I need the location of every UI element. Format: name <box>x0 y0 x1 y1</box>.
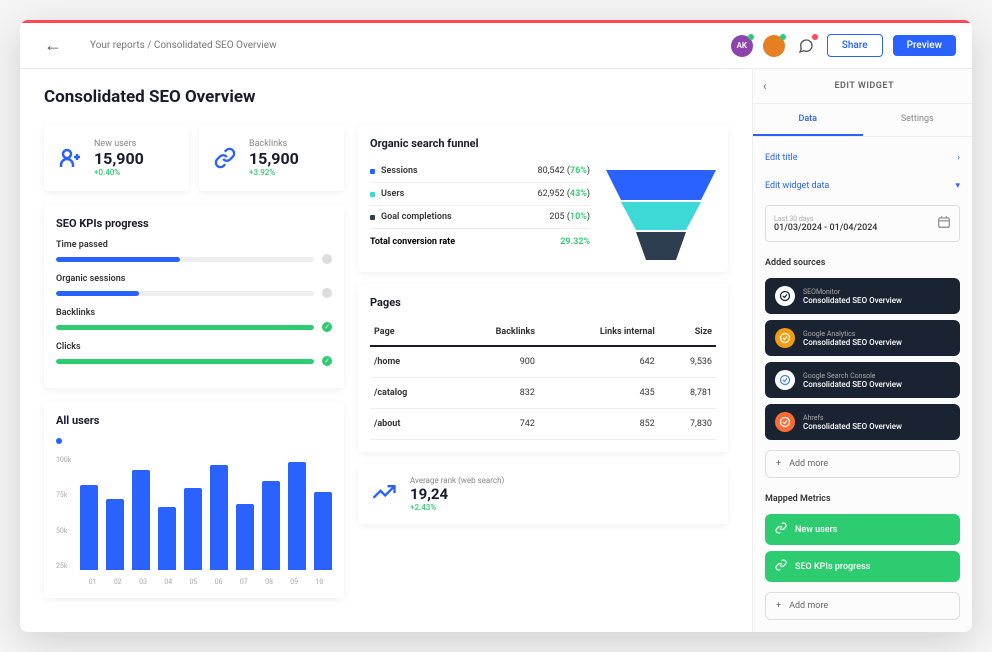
kpi-status-icon <box>322 288 332 298</box>
avatar-user-2[interactable] <box>763 35 785 57</box>
table-row[interactable]: /home9006429,536 <box>370 346 716 378</box>
table-header: Size <box>659 319 716 346</box>
sidebar: ‹ EDIT WIDGET Data Settings Edit title ›… <box>752 69 972 632</box>
chart-bar <box>80 485 98 571</box>
added-sources-label: Added sources <box>765 258 960 268</box>
metric-card[interactable]: SEO KPIs progress <box>765 551 960 582</box>
kpi-status-icon <box>322 254 332 264</box>
pages-card: Pages PageBacklinksLinks internalSize /h… <box>358 284 728 452</box>
plus-icon: + <box>776 459 781 469</box>
source-card[interactable]: Google Search ConsoleConsolidated SEO Ov… <box>765 362 960 398</box>
source-icon <box>775 412 795 432</box>
kpi-label: Clicks <box>56 342 332 352</box>
kpis-card: SEO KPIs progress Time passed Organic se… <box>44 205 344 388</box>
user-plus-icon <box>56 144 84 172</box>
stat-label: New users <box>94 139 144 149</box>
rank-change: +2.43% <box>410 503 504 512</box>
table-row[interactable]: /catalog8324358,781 <box>370 378 716 409</box>
funnel-item: Sessions 80,542 (76%) <box>370 160 590 183</box>
kpi-label: Organic sessions <box>56 274 332 284</box>
edit-title-row[interactable]: Edit title › <box>765 149 960 167</box>
chevron-down-icon: ▾ <box>955 181 960 191</box>
avatar-user-1[interactable]: AK <box>731 35 753 57</box>
rank-value: 19,24 <box>410 485 504 503</box>
chart-bar <box>184 488 202 570</box>
page-title: Consolidated SEO Overview <box>44 87 728 107</box>
kpi-row: Clicks ✓ <box>56 342 332 366</box>
kpi-label: Time passed <box>56 240 332 250</box>
chart-bar <box>158 507 176 570</box>
funnel-total: Total conversion rate29.32% <box>370 229 590 247</box>
all-users-title: All users <box>56 414 332 427</box>
calendar-icon <box>937 214 951 233</box>
add-source-button[interactable]: + Add more <box>765 450 960 478</box>
source-icon <box>775 328 795 348</box>
source-icon <box>775 286 795 306</box>
funnel-shape <box>606 170 716 260</box>
edit-widget-data-row[interactable]: Edit widget data ▾ <box>765 177 960 195</box>
stat-value: 15,900 <box>94 149 144 168</box>
link-icon <box>775 559 787 574</box>
add-metric-button[interactable]: + Add more <box>765 592 960 620</box>
preview-button[interactable]: Preview <box>893 35 956 56</box>
topbar: ← Your reports / Consolidated SEO Overvi… <box>20 23 972 69</box>
tab-data[interactable]: Data <box>753 104 863 136</box>
pages-table: PageBacklinksLinks internalSize /home900… <box>370 319 716 440</box>
funnel-card: Organic search funnel Sessions 80,542 (7… <box>358 125 728 272</box>
date-range-input[interactable]: Last 30 days 01/03/2024 - 01/04/2024 <box>765 205 960 242</box>
source-card[interactable]: AhrefsConsolidated SEO Overview <box>765 404 960 440</box>
kpi-status-icon: ✓ <box>322 356 332 366</box>
rank-card: Average rank (web search) 19,24 +2.43% <box>358 464 728 524</box>
chart-bar <box>288 462 306 570</box>
table-row[interactable]: /about7428527,830 <box>370 409 716 440</box>
chart-bar <box>236 504 254 570</box>
table-header: Backlinks <box>449 319 539 346</box>
source-icon <box>775 370 795 390</box>
breadcrumb[interactable]: Your reports / Consolidated SEO Overview <box>90 40 277 51</box>
source-card[interactable]: Google AnalyticsConsolidated SEO Overvie… <box>765 320 960 356</box>
stat-value: 15,900 <box>249 149 299 168</box>
link-icon <box>775 522 787 537</box>
rank-label: Average rank (web search) <box>410 476 504 485</box>
funnel-item: Goal completions 205 (10%) <box>370 206 590 229</box>
stat-card-backlinks[interactable]: Backlinks 15,900 +3.92% <box>199 125 344 191</box>
pages-title: Pages <box>370 296 716 309</box>
kpis-title: SEO KPIs progress <box>56 217 332 230</box>
source-card[interactable]: SEOMonitorConsolidated SEO Overview <box>765 278 960 314</box>
stat-label: Backlinks <box>249 139 299 149</box>
legend-dot <box>56 438 62 444</box>
sidebar-title: EDIT WIDGET <box>767 81 962 91</box>
stat-change: +3.92% <box>249 168 299 177</box>
funnel-item: Users 62,952 (43%) <box>370 183 590 206</box>
chart-bar <box>210 465 228 570</box>
kpi-label: Backlinks <box>56 308 332 318</box>
mapped-metrics-label: Mapped Metrics <box>765 494 960 504</box>
table-header: Page <box>370 319 449 346</box>
share-button[interactable]: Share <box>827 34 883 57</box>
metric-card[interactable]: New users <box>765 514 960 545</box>
funnel-title: Organic search funnel <box>370 137 716 150</box>
stat-card-new-users[interactable]: New users 15,900 +0.40% <box>44 125 189 191</box>
kpi-status-icon: ✓ <box>322 322 332 332</box>
chart-bar <box>262 481 280 570</box>
chart-bar <box>132 470 150 570</box>
chart-bar <box>314 492 332 570</box>
chart-bar <box>106 499 124 570</box>
chevron-right-icon: › <box>957 153 960 163</box>
stat-change: +0.40% <box>94 168 144 177</box>
table-header: Links internal <box>539 319 659 346</box>
all-users-card: All users 100k75k50k25k 0102030405060708… <box>44 402 344 598</box>
kpi-row: Backlinks ✓ <box>56 308 332 332</box>
notifications-icon[interactable] <box>795 35 817 57</box>
kpi-row: Organic sessions <box>56 274 332 298</box>
all-users-chart: 100k75k50k25k 01020304050607080910 <box>56 456 332 586</box>
tab-settings[interactable]: Settings <box>863 104 973 136</box>
link-icon <box>211 144 239 172</box>
kpi-row: Time passed <box>56 240 332 264</box>
back-button[interactable]: ← <box>36 31 70 60</box>
trend-up-icon <box>370 478 398 510</box>
